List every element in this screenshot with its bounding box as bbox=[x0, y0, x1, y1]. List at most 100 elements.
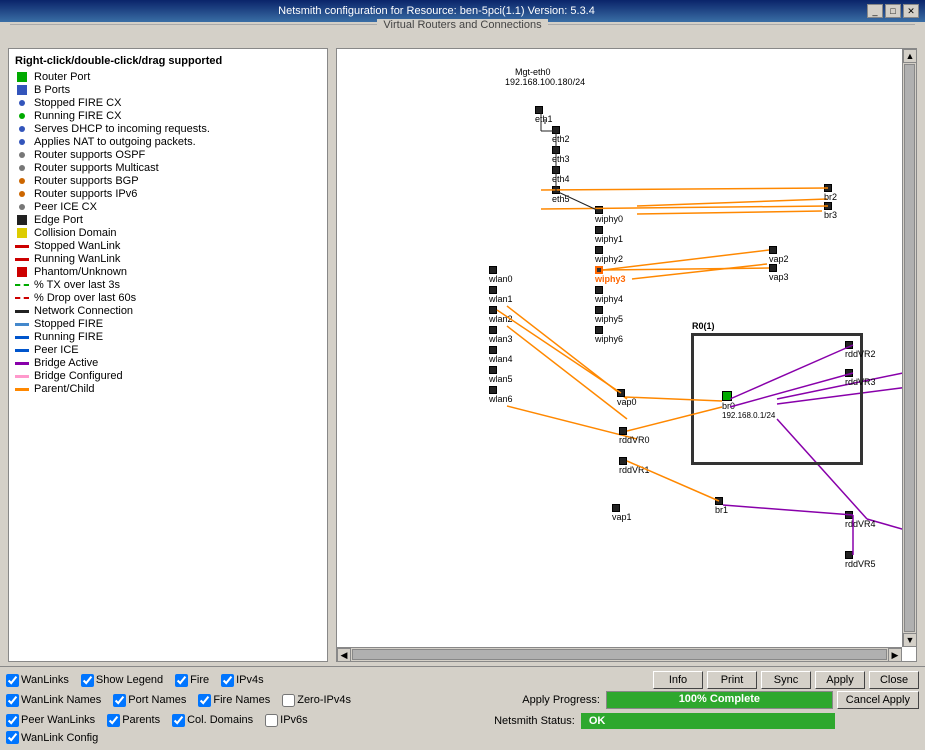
scroll-left-arrow[interactable]: ◀ bbox=[337, 648, 351, 662]
multicast-icon bbox=[15, 163, 29, 173]
rddvr2-node[interactable]: rddVR2 bbox=[845, 341, 876, 359]
cb-fire-names-label[interactable]: Fire Names bbox=[213, 694, 270, 706]
cb-show-legend-label[interactable]: Show Legend bbox=[96, 674, 163, 686]
main-area: Virtual Routers and Connections Right-cl… bbox=[0, 22, 925, 750]
scroll-thumb-h[interactable] bbox=[352, 649, 887, 660]
cb-port-names-input[interactable] bbox=[113, 694, 126, 707]
br2-node[interactable]: br2 bbox=[824, 184, 837, 202]
legend-item-edge-port: Edge Port bbox=[15, 214, 321, 226]
cb-wanlink-config: WanLink Config bbox=[6, 731, 98, 744]
eth2-node[interactable]: eth2 bbox=[552, 126, 570, 144]
wiphy5-node[interactable]: wiphy5 bbox=[595, 306, 623, 324]
scroll-up-arrow[interactable]: ▲ bbox=[903, 49, 917, 63]
legend-item-ospf: Router supports OSPF bbox=[15, 149, 321, 161]
running-fire-cx-icon bbox=[15, 111, 29, 121]
scroll-thumb-v[interactable] bbox=[904, 64, 915, 632]
wiphy0-node[interactable]: wiphy0 bbox=[595, 206, 623, 224]
cb-peer-wanlinks-label[interactable]: Peer WanLinks bbox=[21, 714, 95, 726]
sync-button[interactable]: Sync bbox=[761, 671, 811, 689]
scroll-down-arrow[interactable]: ▼ bbox=[903, 633, 917, 647]
network-canvas[interactable]: Mgt-eth0 192.168.100.180/24 eth1 eth2 et… bbox=[336, 48, 917, 662]
wiphy3-node[interactable]: wiphy3 bbox=[595, 266, 626, 284]
cb-wanlink-config-label[interactable]: WanLink Config bbox=[21, 732, 98, 744]
cb-fire-names: Fire Names bbox=[198, 694, 270, 707]
apply-button[interactable]: Apply bbox=[815, 671, 865, 689]
minimize-button[interactable]: _ bbox=[867, 4, 883, 18]
wiphy2-node[interactable]: wiphy2 bbox=[595, 246, 623, 264]
info-button[interactable]: Info bbox=[653, 671, 703, 689]
phantom-icon bbox=[15, 267, 29, 277]
print-button[interactable]: Print bbox=[707, 671, 757, 689]
title-text: Netsmith configuration for Resource: ben… bbox=[6, 5, 867, 17]
eth4-node[interactable]: eth4 bbox=[552, 166, 570, 184]
router-box[interactable] bbox=[692, 334, 862, 464]
cb-parents-label[interactable]: Parents bbox=[122, 714, 160, 726]
scroll-right-arrow[interactable]: ▶ bbox=[888, 648, 902, 662]
cb-wanlink-names-input[interactable] bbox=[6, 694, 19, 707]
horizontal-scrollbar[interactable]: ◀ ▶ bbox=[337, 647, 902, 661]
edge-port-icon bbox=[15, 215, 29, 225]
wiphy4-node[interactable]: wiphy4 bbox=[595, 286, 623, 304]
cb-fire-label[interactable]: Fire bbox=[190, 674, 209, 686]
br3-node[interactable]: br3 bbox=[824, 202, 837, 220]
cb-parents-input[interactable] bbox=[107, 714, 120, 727]
legend-item-applies-nat: Applies NAT to outgoing packets. bbox=[15, 136, 321, 148]
vertical-scrollbar[interactable]: ▲ ▼ bbox=[902, 49, 916, 647]
eth3-node[interactable]: eth3 bbox=[552, 146, 570, 164]
rddvr5-node[interactable]: rddVR5 bbox=[845, 551, 876, 569]
cb-wanlinks-input[interactable] bbox=[6, 674, 19, 687]
cb-ipv4s-input[interactable] bbox=[221, 674, 234, 687]
rddvr4-node[interactable]: rddVR4 bbox=[845, 511, 876, 529]
wiphy6-node[interactable]: wiphy6 bbox=[595, 326, 623, 344]
wlan4-node[interactable]: wlan4 bbox=[489, 346, 513, 364]
vap0-node[interactable]: vap0 bbox=[617, 389, 637, 407]
wlan6-node[interactable]: wlan6 bbox=[489, 386, 513, 404]
rddvr0-node[interactable]: rddVR0 bbox=[619, 427, 650, 445]
eth1-node[interactable]: eth1 bbox=[535, 106, 553, 124]
peer-ice-icon bbox=[15, 345, 29, 355]
cb-show-legend-input[interactable] bbox=[81, 674, 94, 687]
cb-wanlink-config-input[interactable] bbox=[6, 731, 19, 744]
eth5-node[interactable]: eth5 bbox=[552, 186, 570, 204]
cb-wanlinks-label[interactable]: WanLinks bbox=[21, 674, 69, 686]
rddvr1-node[interactable]: rddVR1 bbox=[619, 457, 650, 475]
cb-ipv4s: IPv4s bbox=[221, 674, 264, 687]
vap3-node[interactable]: vap3 bbox=[769, 264, 789, 282]
cb-zero-ipv4s-input[interactable] bbox=[282, 694, 295, 707]
b-ports-icon bbox=[15, 85, 29, 95]
legend-item-peer-ice: Peer ICE bbox=[15, 344, 321, 356]
cb-zero-ipv4s-label[interactable]: Zero-IPv4s bbox=[297, 694, 351, 706]
br0-node[interactable]: br0 192.168.0.1/24 bbox=[722, 391, 775, 420]
rddvr3-node[interactable]: rddVR3 bbox=[845, 369, 876, 387]
wlan0-node[interactable]: wlan0 bbox=[489, 266, 513, 284]
vap1-node[interactable]: vap1 bbox=[612, 504, 632, 522]
cb-ipv6-label[interactable]: IPv6s bbox=[280, 714, 308, 726]
cb-fire-names-input[interactable] bbox=[198, 694, 211, 707]
cb-show-legend: Show Legend bbox=[81, 674, 163, 687]
cb-wanlink-names-label[interactable]: WanLink Names bbox=[21, 694, 101, 706]
vap2-node[interactable]: vap2 bbox=[769, 246, 789, 264]
cancel-apply-button[interactable]: Cancel Apply bbox=[837, 691, 919, 709]
close-button[interactable]: Close bbox=[869, 671, 919, 689]
cb-peer-wanlinks-input[interactable] bbox=[6, 714, 19, 727]
cb-col-domains-label[interactable]: Col. Domains bbox=[187, 714, 253, 726]
cb-ipv4s-label[interactable]: IPv4s bbox=[236, 674, 264, 686]
maximize-button[interactable]: □ bbox=[885, 4, 901, 18]
wlan5-node[interactable]: wlan5 bbox=[489, 366, 513, 384]
cb-fire-input[interactable] bbox=[175, 674, 188, 687]
network-conn-icon bbox=[15, 306, 29, 316]
stopped-wanlink-icon bbox=[15, 241, 29, 251]
wlan3-node[interactable]: wlan3 bbox=[489, 326, 513, 344]
cb-fire: Fire bbox=[175, 674, 209, 687]
wiphy1-node[interactable]: wiphy1 bbox=[595, 226, 623, 244]
wlan2-node[interactable]: wlan2 bbox=[489, 306, 513, 324]
cb-zero-ipv4s: Zero-IPv4s bbox=[282, 694, 351, 707]
close-button[interactable]: ✕ bbox=[903, 4, 919, 18]
cb-port-names-label[interactable]: Port Names bbox=[128, 694, 186, 706]
br1-node[interactable]: br1 bbox=[715, 497, 728, 515]
running-wanlink-icon bbox=[15, 254, 29, 264]
wlan1-node[interactable]: wlan1 bbox=[489, 286, 513, 304]
legend-item-network-conn: Network Connection bbox=[15, 305, 321, 317]
cb-col-domains-input[interactable] bbox=[172, 714, 185, 727]
cb-ipv6-input[interactable] bbox=[265, 714, 278, 727]
